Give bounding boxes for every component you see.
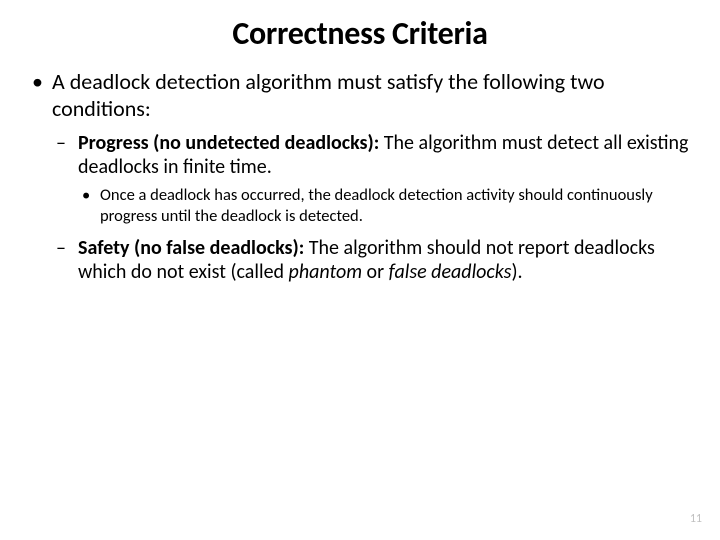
safety-item: Safety (no false deadlocks): The algorit… [52,236,692,285]
progress-label: Progress (no undetected deadlocks): [78,131,379,155]
progress-sub-text: Once a deadlock has occurred, the deadlo… [100,185,653,225]
safety-or: or [362,260,389,284]
safety-phantom: phantom [289,260,362,284]
bullet-list-level3: Once a deadlock has occurred, the deadlo… [78,185,692,225]
bullet-list-level2: Progress (no undetected deadlocks): The … [52,131,692,285]
slide: Correctness Criteria A deadlock detectio… [0,0,720,284]
progress-item: Progress (no undetected deadlocks): The … [52,131,692,226]
safety-label: Safety (no false deadlocks): [78,236,304,260]
slide-title: Correctness Criteria [28,14,692,53]
safety-false-deadlocks: false deadlocks [389,260,512,284]
page-number: 11 [690,512,702,526]
progress-sub-item: Once a deadlock has occurred, the deadlo… [78,185,692,225]
intro-text: A deadlock detection algorithm must sati… [52,68,605,122]
safety-text-b: ). [511,260,522,284]
intro-bullet: A deadlock detection algorithm must sati… [28,69,692,284]
bullet-list-level1: A deadlock detection algorithm must sati… [28,69,692,284]
